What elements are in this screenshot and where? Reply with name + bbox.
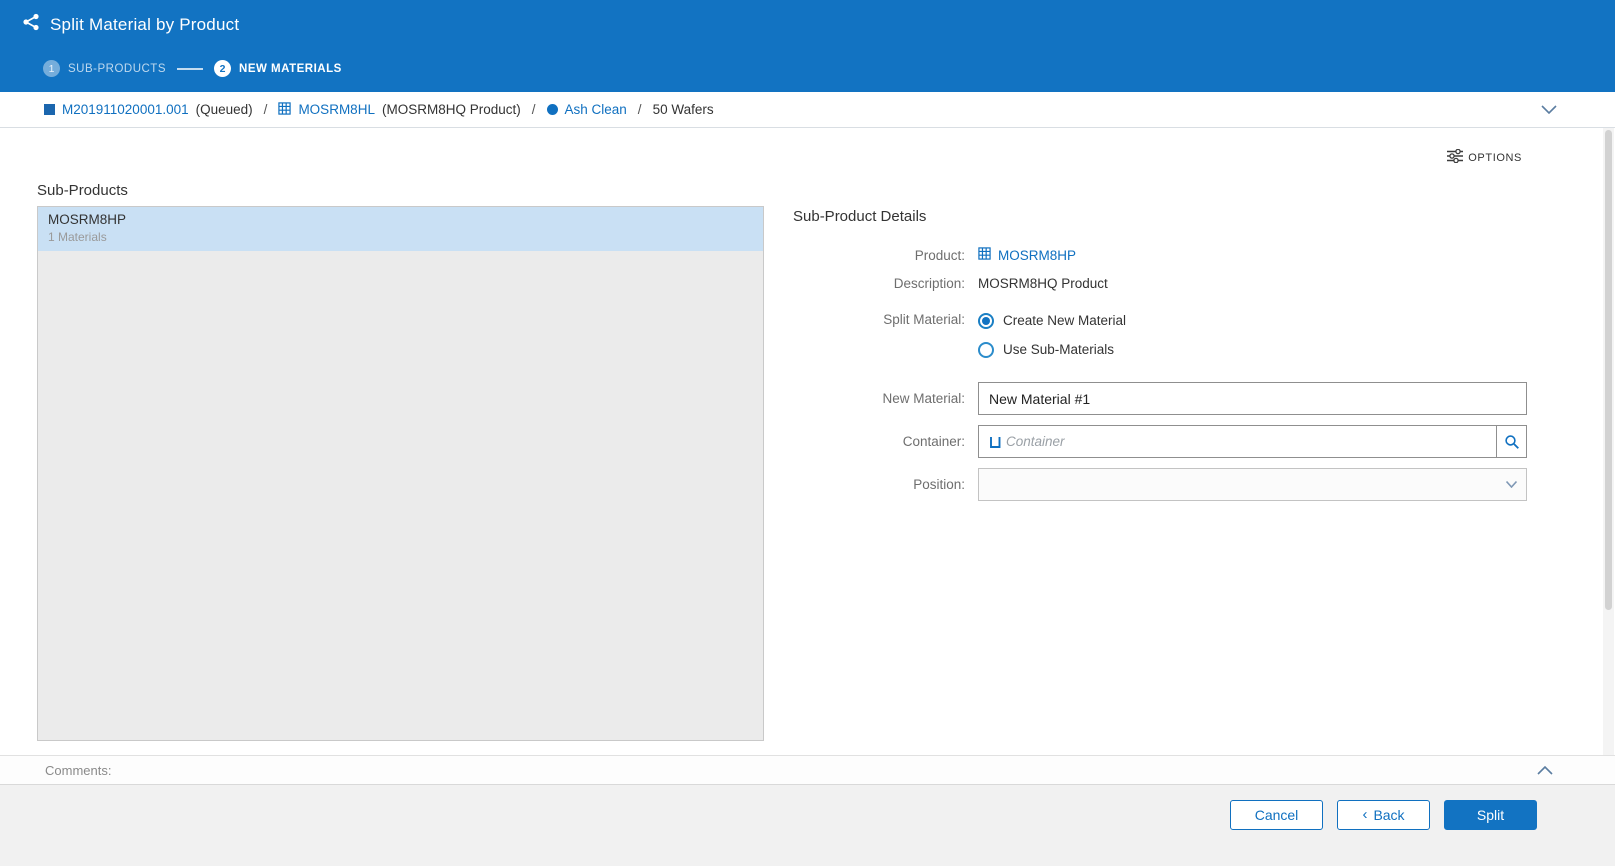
- step-1-label: SUB-PRODUCTS: [68, 63, 166, 75]
- radio-use-label: Use Sub-Materials: [1003, 342, 1114, 357]
- container-field: [978, 425, 1527, 458]
- chevron-left-icon: ‹: [1362, 807, 1367, 822]
- title-row: Split Material by Product: [22, 13, 239, 36]
- radio-unselected-icon: [978, 342, 994, 358]
- position-row: Position:: [793, 468, 1527, 501]
- step-dot-icon: [547, 104, 558, 115]
- subproducts-list: MOSRM8HP 1 Materials: [37, 206, 764, 741]
- details-panel: Sub-Product Details Product: MOSRM8HP De…: [793, 208, 1527, 501]
- step-1-circle: 1: [43, 60, 60, 77]
- container-row: Container:: [793, 425, 1527, 458]
- description-value: MOSRM8HQ Product: [978, 276, 1108, 291]
- comments-collapse-button[interactable]: [1537, 766, 1553, 775]
- comments-label: Comments:: [45, 763, 111, 778]
- breadcrumb: M201911020001.001 (Queued) / MOSRM8HL (M…: [0, 92, 1615, 128]
- product-grid-icon: [978, 247, 991, 263]
- product-label: Product:: [793, 248, 978, 263]
- split-button[interactable]: Split: [1444, 800, 1537, 830]
- radio-create-new-material[interactable]: Create New Material: [978, 306, 1126, 335]
- breadcrumb-material: M201911020001.001 (Queued): [44, 102, 253, 117]
- subproducts-panel: Sub-Products MOSRM8HP 1 Materials: [37, 182, 764, 741]
- radio-create-label: Create New Material: [1003, 313, 1126, 328]
- split-material-dialog: Split Material by Product 1 SUB-PRODUCTS…: [0, 0, 1615, 866]
- breadcrumb-separator: /: [638, 102, 642, 117]
- product-row: Product: MOSRM8HP: [793, 241, 1527, 269]
- product-grid-icon: [278, 102, 291, 118]
- header-bar: Split Material by Product 1 SUB-PRODUCTS…: [0, 0, 1615, 92]
- new-material-row: New Material:: [793, 382, 1527, 415]
- scrollbar-thumb[interactable]: [1605, 130, 1612, 610]
- vertical-scrollbar[interactable]: [1603, 128, 1614, 755]
- options-label: OPTIONS: [1468, 152, 1522, 164]
- breadcrumb-product: MOSRM8HL (MOSRM8HQ Product): [278, 102, 520, 118]
- position-select[interactable]: [978, 468, 1527, 501]
- split-material-label: Split Material:: [793, 312, 978, 327]
- chevron-up-icon: [1537, 766, 1553, 775]
- split-button-label: Split: [1477, 807, 1504, 823]
- step-2-label: NEW MATERIALS: [239, 63, 342, 75]
- back-button-label: Back: [1373, 807, 1404, 823]
- position-label: Position:: [793, 477, 978, 492]
- breadcrumb-expand-button[interactable]: [1541, 105, 1557, 114]
- subproduct-materials-count: 1 Materials: [48, 230, 753, 244]
- breadcrumb-step-link[interactable]: Ash Clean: [565, 102, 627, 117]
- step-sub-products[interactable]: 1 SUB-PRODUCTS: [43, 60, 166, 77]
- wizard-steps: 1 SUB-PRODUCTS 2 NEW MATERIALS: [43, 60, 342, 77]
- new-material-label: New Material:: [793, 391, 978, 406]
- breadcrumb-product-desc: (MOSRM8HQ Product): [382, 102, 521, 117]
- cancel-button-label: Cancel: [1255, 807, 1299, 823]
- product-link[interactable]: MOSRM8HP: [998, 248, 1076, 263]
- breadcrumb-quantity: 50 Wafers: [653, 102, 714, 117]
- container-label: Container:: [793, 434, 978, 449]
- main-content: OPTIONS Sub-Products MOSRM8HP 1 Material…: [0, 128, 1615, 755]
- subproduct-row[interactable]: MOSRM8HP 1 Materials: [38, 207, 763, 251]
- subproducts-title: Sub-Products: [37, 182, 764, 199]
- step-connector-line: [177, 68, 203, 70]
- radio-use-sub-materials[interactable]: Use Sub-Materials: [978, 335, 1126, 364]
- subproduct-name: MOSRM8HP: [48, 212, 753, 227]
- options-sliders-icon: [1447, 149, 1463, 166]
- options-button[interactable]: OPTIONS: [1447, 149, 1522, 166]
- container-search-button[interactable]: [1496, 426, 1526, 457]
- back-button[interactable]: ‹ Back: [1337, 800, 1430, 830]
- container-input[interactable]: [1006, 426, 1496, 457]
- material-square-icon: [44, 104, 55, 115]
- new-material-input[interactable]: [978, 382, 1527, 415]
- breadcrumb-separator: /: [532, 102, 536, 117]
- radio-selected-icon: [978, 313, 994, 329]
- cancel-button[interactable]: Cancel: [1230, 800, 1323, 830]
- description-label: Description:: [793, 276, 978, 291]
- step-2-circle: 2: [214, 60, 231, 77]
- step-new-materials[interactable]: 2 NEW MATERIALS: [214, 60, 342, 77]
- comments-bar: Comments:: [0, 755, 1615, 784]
- chevron-down-icon: [1541, 105, 1557, 114]
- details-title: Sub-Product Details: [793, 208, 1527, 225]
- split-share-icon: [22, 13, 40, 36]
- split-material-row: Split Material: Create New Material Use …: [793, 306, 1527, 364]
- search-icon: [1504, 434, 1520, 450]
- footer-bar: Cancel ‹ Back Split: [0, 784, 1615, 866]
- description-row: Description: MOSRM8HQ Product: [793, 269, 1527, 297]
- breadcrumb-step: Ash Clean: [547, 102, 627, 117]
- caret-down-icon: [1506, 481, 1526, 488]
- container-box-icon: [979, 435, 1006, 449]
- breadcrumb-material-link[interactable]: M201911020001.001: [62, 102, 189, 117]
- breadcrumb-material-state: (Queued): [196, 102, 253, 117]
- breadcrumb-product-link[interactable]: MOSRM8HL: [298, 102, 375, 117]
- breadcrumb-separator: /: [264, 102, 268, 117]
- page-title: Split Material by Product: [50, 15, 239, 35]
